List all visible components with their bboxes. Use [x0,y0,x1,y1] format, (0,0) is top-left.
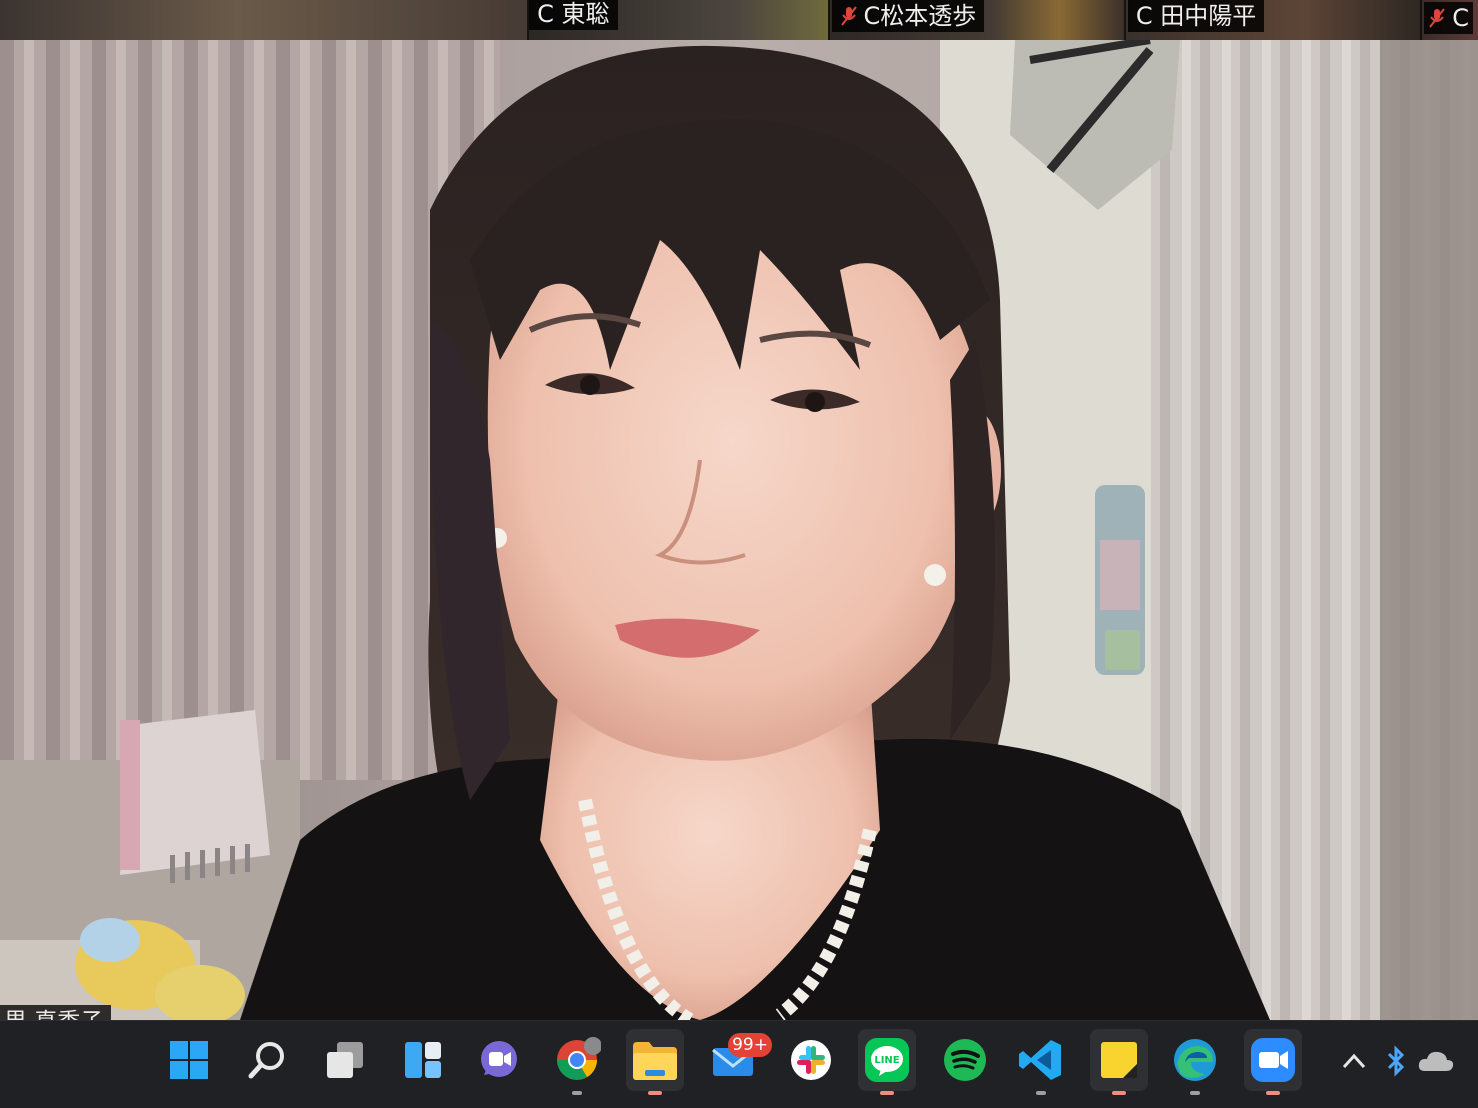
participant-thumbnail[interactable] [0,0,530,40]
edge-icon[interactable] [1166,1029,1224,1095]
participant-strip: C 東聡 C松本透歩 C 田中陽平 C [0,0,1478,40]
zoom-meeting-window: C 東聡 C松本透歩 C 田中陽平 C 99+ LINE [0,0,1478,1108]
participant-thumbnail[interactable]: C 田中陽平 [1125,0,1423,40]
slack-icon[interactable] [782,1029,840,1091]
participant-thumbnail[interactable]: C松本透歩 [829,0,1126,40]
running-indicator [1190,1091,1200,1095]
folder-icon[interactable] [626,1029,684,1095]
active-speaker-video[interactable]: 界 真季子 [0,40,1478,1020]
participant-thumbnail[interactable]: C [1422,0,1478,40]
windows-start-icon[interactable] [160,1029,218,1091]
search-icon[interactable] [238,1029,296,1091]
running-indicator [880,1091,894,1095]
speaker-name-tag: 界 真季子 [0,1005,112,1020]
speaker-video-frame [0,40,1478,1020]
chrome-icon[interactable] [548,1029,606,1095]
running-indicator [1266,1091,1280,1095]
lamp [120,710,270,883]
bluetooth-icon[interactable] [1382,1039,1410,1083]
wall-decoration [1095,485,1145,675]
participant-name-label: C 東聡 [529,0,618,30]
participant-name-label: C 田中陽平 [1127,0,1265,32]
participant-name-label: C [1424,2,1474,34]
widgets-icon[interactable] [394,1029,452,1091]
spotify-icon[interactable] [936,1029,994,1091]
mail-icon[interactable]: 99+ [704,1029,772,1091]
muted-mic-icon [840,4,858,28]
mail-unread-badge: 99+ [728,1033,772,1057]
vscode-icon[interactable] [1012,1029,1070,1095]
zoom-icon[interactable] [1244,1029,1302,1095]
line-icon-label: LINE [874,1055,899,1066]
tray-chevron-icon[interactable] [1336,1039,1372,1083]
running-indicator [1036,1091,1046,1095]
muted-mic-icon [1428,6,1446,30]
participant-thumbnail[interactable]: C 東聡 [529,0,830,40]
onedrive-cloud-icon[interactable] [1414,1039,1458,1083]
running-indicator [572,1091,582,1095]
running-indicator [1112,1091,1126,1095]
windows-taskbar: 99+ LINE [0,1020,1478,1108]
sticky-notes-icon[interactable] [1090,1029,1148,1095]
participant-name-label: C松本透歩 [831,0,985,32]
teams-chat-icon[interactable] [470,1029,528,1091]
task-view-icon[interactable] [316,1029,374,1091]
running-indicator [648,1091,662,1095]
line-icon[interactable]: LINE [858,1029,916,1095]
